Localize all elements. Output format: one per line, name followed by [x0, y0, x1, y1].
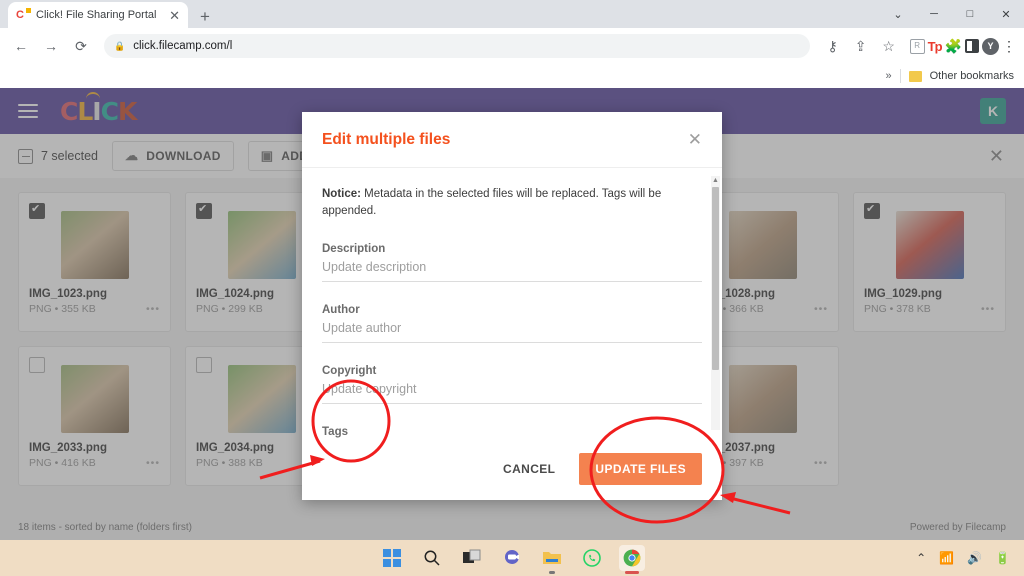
description-label: Description	[322, 242, 386, 255]
update-files-button[interactable]: UPDATE FILES	[579, 453, 702, 485]
notice-bold: Notice:	[322, 188, 361, 200]
reload-icon[interactable]: ⟳	[68, 33, 94, 59]
window-minimize-button[interactable]: ─	[916, 8, 952, 20]
puzzle-extension-icon[interactable]: 🧩	[945, 38, 962, 55]
tags-input-row[interactable]: Aaron P ✕ Add file tags (press ENTER)	[322, 438, 702, 439]
profile-avatar-icon[interactable]: Y	[982, 37, 999, 55]
battery-icon[interactable]: 🔋	[995, 551, 1010, 565]
share-icon[interactable]: ⇪	[848, 33, 874, 59]
reader-extension-icon[interactable]: R	[909, 38, 925, 54]
scroll-up-icon[interactable]: ▲	[711, 176, 720, 185]
start-icon[interactable]	[379, 545, 405, 571]
dialog-title: Edit multiple files	[322, 130, 451, 148]
omnibox-actions: ⚷ ⇪ ☆	[820, 33, 902, 59]
bookmarks-overflow-icon[interactable]: »	[886, 70, 892, 82]
address-bar-url: click.filecamp.com/l	[133, 40, 233, 52]
windows-taskbar: ⌃ 📶 🔊 🔋	[0, 540, 1024, 576]
dialog-close-icon[interactable]: ✕	[688, 131, 702, 148]
address-bar[interactable]: 🔒 click.filecamp.com/l	[104, 34, 810, 58]
window-chevron-icon[interactable]: ⌄	[880, 8, 916, 21]
tags-label: Tags	[322, 425, 348, 438]
scrollbar-thumb[interactable]	[712, 187, 719, 370]
star-icon[interactable]: ☆	[876, 33, 902, 59]
chrome-active-indicator	[625, 571, 639, 574]
dialog-header: Edit multiple files ✕	[302, 112, 722, 168]
search-icon[interactable]	[419, 545, 445, 571]
task-view-icon[interactable]	[459, 545, 485, 571]
forward-icon[interactable]: →	[38, 33, 64, 59]
side-panel-icon[interactable]	[965, 39, 979, 53]
folder-icon	[908, 70, 922, 82]
volume-icon[interactable]: 🔊	[967, 551, 982, 565]
dialog-body: Notice: Metadata in the selected files w…	[302, 168, 722, 438]
dialog-footer: CANCEL UPDATE FILES	[302, 438, 722, 500]
lock-icon: 🔒	[114, 40, 126, 51]
notice-rest: Metadata in the selected files will be r…	[322, 188, 662, 218]
copyright-input[interactable]: Update copyright	[322, 377, 702, 404]
window-maximize-button[interactable]: □	[952, 8, 988, 20]
notice-text: Notice: Metadata in the selected files w…	[322, 186, 702, 221]
bookmarks-bar: » Other bookmarks	[0, 64, 1024, 88]
system-tray: ⌃ 📶 🔊 🔋	[916, 551, 1010, 565]
taskbar-items	[379, 545, 645, 574]
click-favicon-icon: C	[16, 8, 31, 22]
tp-extension-icon[interactable]: Tp	[928, 39, 943, 54]
browser-window: C Click! File Sharing Portal ✕ + ⌄ ─ □ ✕…	[0, 0, 1024, 576]
copyright-field: Copyright Update copyright	[322, 365, 702, 404]
teams-icon[interactable]	[499, 545, 525, 571]
cancel-button[interactable]: CANCEL	[497, 454, 561, 484]
other-bookmarks-label[interactable]: Other bookmarks	[930, 70, 1014, 82]
bookmarks-divider	[899, 69, 901, 83]
browser-tab[interactable]: C Click! File Sharing Portal ✕	[8, 2, 188, 28]
file-explorer-icon[interactable]	[539, 545, 565, 574]
author-label: Author	[322, 303, 360, 316]
description-input[interactable]: Update description	[322, 255, 702, 282]
back-icon[interactable]: ←	[8, 33, 34, 59]
wifi-icon[interactable]: 📶	[939, 551, 954, 565]
tab-close-icon[interactable]: ✕	[169, 9, 180, 22]
extension-icons: R Tp 🧩 Y ⋮	[906, 37, 1016, 55]
file-explorer-indicator	[549, 571, 555, 574]
author-field: Author Update author	[322, 304, 702, 343]
edit-multiple-files-dialog: Edit multiple files ✕ Notice: Metadata i…	[302, 112, 722, 500]
author-input[interactable]: Update author	[322, 316, 702, 343]
whatsapp-icon[interactable]	[579, 545, 605, 571]
browser-toolbar: ← → ⟳ 🔒 click.filecamp.com/l ⚷ ⇪ ☆ R Tp …	[0, 28, 1024, 64]
tab-strip: C Click! File Sharing Portal ✕ + ⌄ ─ □ ✕	[0, 0, 1024, 28]
tags-field: Tags Aaron P ✕ Add file tags (press ENTE…	[322, 426, 702, 439]
dialog-scrollbar[interactable]: ▲	[711, 176, 720, 430]
tray-chevron-icon[interactable]: ⌃	[916, 551, 926, 565]
tab-title: Click! File Sharing Portal	[36, 9, 157, 21]
window-close-button[interactable]: ✕	[988, 8, 1024, 21]
copyright-label: Copyright	[322, 364, 377, 377]
chrome-icon[interactable]	[619, 545, 645, 574]
window-controls: ⌄ ─ □ ✕	[880, 0, 1024, 28]
new-tab-button[interactable]: +	[200, 8, 210, 25]
key-icon[interactable]: ⚷	[820, 33, 846, 59]
browser-menu-icon[interactable]: ⋮	[1002, 38, 1016, 55]
description-field: Description Update description	[322, 243, 702, 282]
